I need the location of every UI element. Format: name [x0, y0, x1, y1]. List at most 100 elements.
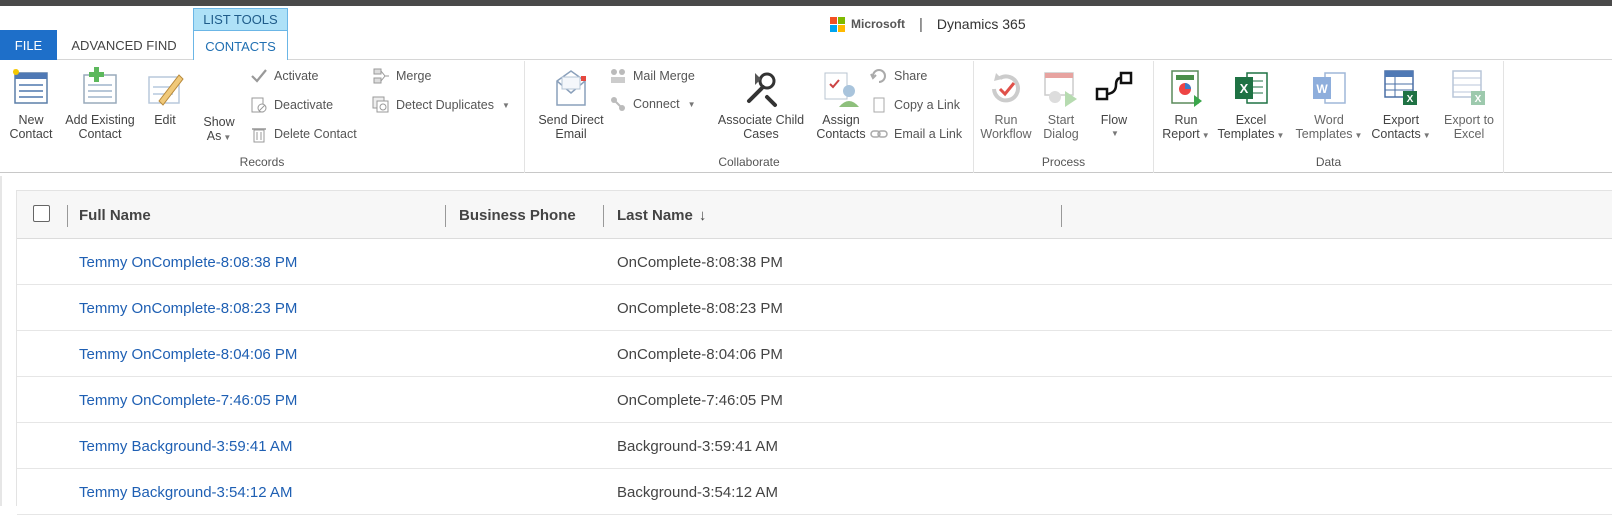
group-collaborate: Send Direct Email Mail Merge Connect ▼ A… — [525, 61, 974, 173]
export-to-excel-button[interactable]: X Export to Excel — [1436, 67, 1502, 141]
run-workflow-label-2: Workflow — [980, 127, 1032, 141]
table-row[interactable]: Temmy Background-3:54:12 AM Background-3… — [17, 469, 1612, 515]
new-contact-icon — [13, 69, 48, 104]
show-as-button[interactable]: Show As ▼ — [196, 115, 242, 145]
export-contacts-button[interactable]: X Export Contacts ▼ — [1368, 67, 1434, 143]
brand-separator: | — [919, 15, 923, 33]
export-contacts-icon: X — [1384, 70, 1417, 105]
column-separator[interactable] — [445, 205, 446, 227]
full-name-link[interactable]: Temmy Background-3:54:12 AM — [79, 469, 292, 515]
run-report-button[interactable]: Run Report ▼ — [1158, 67, 1214, 143]
column-header-business-phone[interactable]: Business Phone — [459, 191, 576, 239]
flow-button[interactable]: Flow ▼ — [1090, 67, 1138, 141]
full-name-link[interactable]: Temmy OnComplete-8:08:38 PM — [79, 239, 297, 285]
full-name-link[interactable]: Temmy OnComplete-7:46:05 PM — [79, 377, 297, 423]
activate-label: Activate — [274, 69, 319, 83]
merge-button[interactable]: Merge — [372, 65, 431, 87]
detect-duplicates-button[interactable]: Detect Duplicates ▼ — [372, 94, 510, 116]
add-existing-label-1: Add Existing — [65, 113, 135, 127]
excel-templates-button[interactable]: X Excel Templates ▼ — [1216, 67, 1286, 143]
tab-advanced-find[interactable]: ADVANCED FIND — [62, 30, 186, 60]
copy-link-button[interactable]: Copy a Link — [870, 94, 960, 116]
select-all-checkbox[interactable] — [33, 205, 50, 222]
column-header-last-name[interactable]: Last Name ↓ — [617, 191, 706, 239]
excel-icon: X — [1235, 72, 1268, 104]
microsoft-logo-icon — [830, 16, 845, 32]
edit-button[interactable]: Edit — [142, 67, 188, 127]
group-records-label: Records — [239, 155, 285, 169]
full-name-link[interactable]: Temmy Background-3:59:41 AM — [79, 423, 292, 469]
copy-icon — [873, 97, 885, 113]
assign-contacts-button[interactable]: Assign Contacts — [811, 67, 871, 141]
show-as-label-2: As ▼ — [206, 129, 232, 143]
associate-label-2: Cases — [743, 127, 779, 141]
tab-contacts[interactable]: CONTACTS — [194, 31, 287, 61]
associate-label-1: Associate Child — [717, 113, 805, 127]
word-icon: W — [1313, 72, 1346, 104]
excel-templates-label-2: Templates ▼ — [1217, 127, 1285, 141]
activate-button[interactable]: Activate — [250, 65, 318, 87]
table-row[interactable]: Temmy OnComplete-8:08:38 PM OnComplete-8… — [17, 239, 1612, 285]
run-workflow-button[interactable]: Run Workflow — [980, 67, 1032, 141]
start-dialog-label-2: Dialog — [1043, 127, 1079, 141]
new-contact-button[interactable]: New Contact — [6, 67, 56, 141]
last-name-cell: OnComplete-8:08:23 PM — [617, 299, 783, 317]
chevron-down-icon: ▼ — [501, 100, 510, 110]
share-button[interactable]: Share — [870, 65, 927, 87]
group-records: New Contact Add Existing Contact Edit Sh… — [0, 61, 525, 173]
start-dialog-label-1: Start — [1047, 113, 1075, 127]
table-row[interactable]: Temmy OnComplete-8:04:06 PM OnComplete-8… — [17, 331, 1612, 377]
start-dialog-button[interactable]: Start Dialog — [1036, 67, 1086, 141]
export-to-excel-label-1: Export to — [1443, 113, 1495, 127]
run-report-label-2: Report ▼ — [1162, 127, 1210, 141]
last-name-header-label: Last Name — [617, 206, 693, 224]
flow-label: Flow — [1100, 113, 1128, 127]
tab-file[interactable]: FILE — [0, 30, 57, 60]
table-row[interactable]: Temmy OnComplete-7:46:05 PM OnComplete-7… — [17, 377, 1612, 423]
full-name-link[interactable]: Temmy OnComplete-8:04:06 PM — [79, 331, 297, 377]
send-direct-email-button[interactable]: Send Direct Email — [531, 67, 611, 141]
assign-label-1: Assign — [822, 113, 860, 127]
column-separator[interactable] — [1061, 205, 1062, 227]
full-name-link[interactable]: Temmy OnComplete-8:08:23 PM — [79, 285, 297, 331]
associate-child-cases-button[interactable]: Associate Child Cases — [711, 67, 811, 141]
ribbon: New Contact Add Existing Contact Edit Sh… — [0, 61, 1612, 173]
list-tools-context-group: LIST TOOLS CONTACTS — [193, 8, 288, 61]
link-icon — [870, 130, 888, 138]
brand-company: Microsoft — [851, 17, 905, 31]
deactivate-button[interactable]: Deactivate — [250, 94, 333, 116]
group-process: Run Workflow Start Dialog Flow ▼ Process — [974, 61, 1154, 173]
connect-button[interactable]: Connect ▼ — [609, 93, 695, 115]
column-header-full-name[interactable]: Full Name — [79, 191, 151, 239]
delete-contact-button[interactable]: Delete Contact — [250, 123, 357, 145]
wrench-icon — [747, 72, 777, 107]
column-separator[interactable] — [603, 205, 604, 227]
email-link-button[interactable]: Email a Link — [870, 123, 962, 145]
table-row[interactable]: Temmy Background-3:59:41 AM Background-3… — [17, 423, 1612, 469]
word-templates-label-2: Templates ▼ — [1295, 127, 1363, 141]
group-process-label: Process — [1041, 155, 1086, 169]
column-separator[interactable] — [67, 205, 68, 227]
show-as-label-1: Show — [203, 115, 235, 129]
checkmark-icon — [251, 69, 267, 83]
group-data-label: Data — [1315, 155, 1342, 169]
copy-link-label: Copy a Link — [894, 98, 961, 112]
mail-merge-button[interactable]: Mail Merge — [609, 65, 695, 87]
word-templates-button[interactable]: W Word Templates ▼ — [1292, 67, 1366, 143]
delete-contact-label: Delete Contact — [274, 127, 357, 141]
edit-label: Edit — [154, 113, 176, 127]
list-tools-label: LIST TOOLS — [194, 9, 287, 31]
last-name-cell: Background-3:54:12 AM — [617, 483, 778, 501]
dialog-icon — [1044, 72, 1077, 107]
last-name-cell: OnComplete-8:04:06 PM — [617, 345, 783, 363]
left-edge — [0, 176, 2, 506]
assign-icon — [824, 72, 859, 107]
add-existing-contact-button[interactable]: Add Existing Contact — [60, 67, 140, 141]
table-row[interactable]: Temmy OnComplete-8:08:23 PM OnComplete-8… — [17, 285, 1612, 331]
export-contacts-label-1: Export — [1382, 113, 1420, 127]
email-link-label: Email a Link — [894, 127, 963, 141]
run-report-label-1: Run — [1174, 113, 1198, 127]
new-contact-label-2: Contact — [9, 127, 53, 141]
group-collaborate-label: Collaborate — [718, 155, 780, 169]
add-existing-contact-icon — [83, 67, 117, 104]
